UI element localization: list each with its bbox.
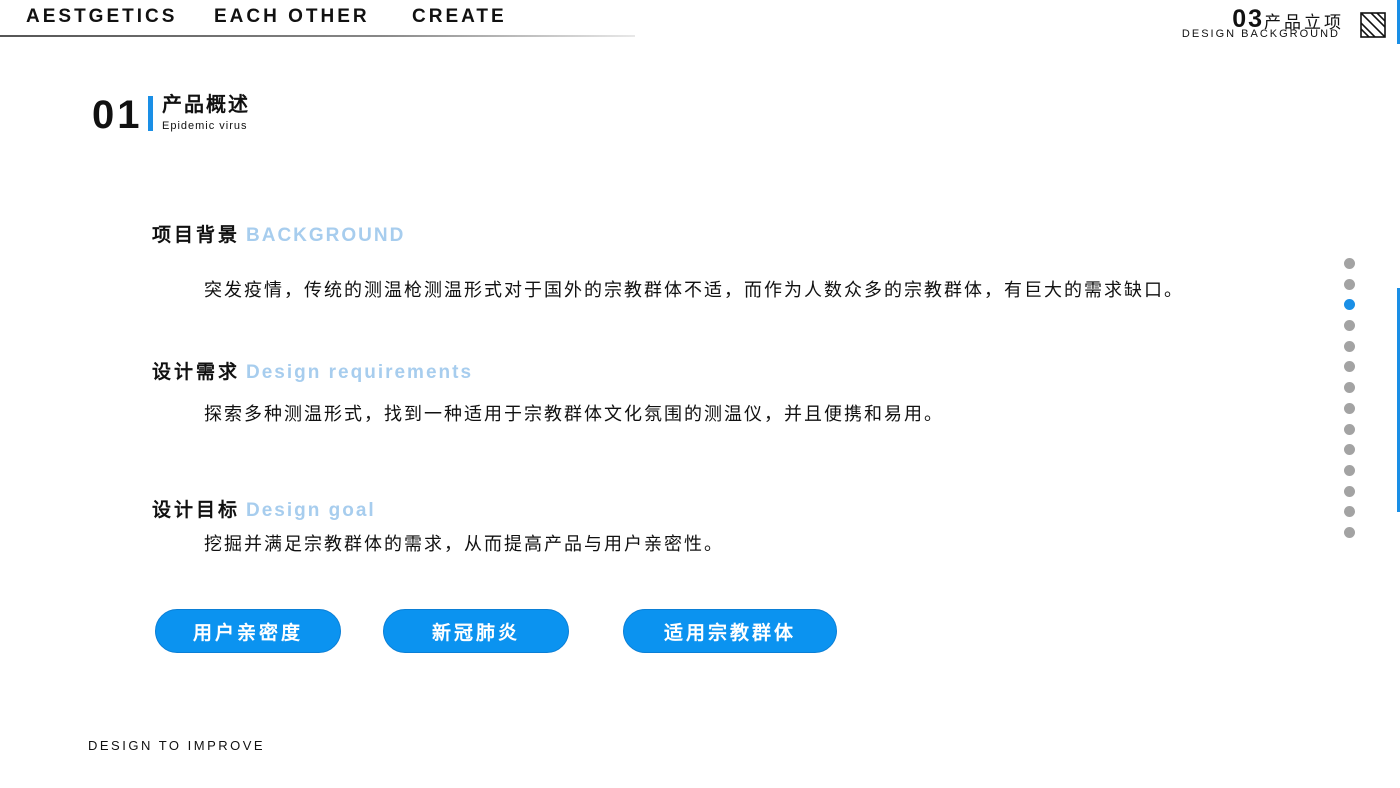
pagination-dots xyxy=(1344,258,1356,548)
pagination-dot[interactable] xyxy=(1344,485,1355,497)
tag-user-intimacy[interactable]: 用户亲密度 xyxy=(155,609,341,653)
block-title-cn: 项目背景 xyxy=(152,225,241,246)
block-title-en: Design requirements xyxy=(246,362,474,383)
section-badge: 03 产品立项 DESIGN BACKGROUND xyxy=(1170,0,1400,48)
tag-covid[interactable]: 新冠肺炎 xyxy=(383,609,569,653)
heading-number: 01 xyxy=(92,93,143,137)
pagination-dot[interactable] xyxy=(1344,402,1355,414)
footer-tagline: DESIGN TO IMPROVE xyxy=(88,738,266,753)
top-nav: AESTGETICS EACH OTHER CREATE xyxy=(0,0,640,40)
nav-item-aestgetics[interactable]: AESTGETICS xyxy=(26,6,177,28)
block-title-background: 项目背景 BACKGROUND xyxy=(152,220,405,247)
block-text-background: 突发疫情，传统的测温枪测温形式对于国外的宗教群体不适，而作为人数众多的宗教群体，… xyxy=(204,280,1184,300)
pagination-dot[interactable] xyxy=(1344,444,1355,456)
pagination-dot[interactable] xyxy=(1344,258,1355,269)
pagination-dot[interactable] xyxy=(1344,423,1355,435)
block-title-en: Design goal xyxy=(246,500,376,521)
block-title-cn: 设计目标 xyxy=(152,500,241,521)
tag-religious-groups[interactable]: 适用宗教群体 xyxy=(623,609,837,653)
page-subtitle: Epidemic virus xyxy=(162,120,248,132)
pagination-dot[interactable] xyxy=(1344,506,1355,518)
pagination-dot[interactable] xyxy=(1344,361,1355,373)
block-title-requirements: 设计需求 Design requirements xyxy=(152,357,473,384)
pagination-dot[interactable] xyxy=(1344,464,1355,476)
diagonal-stripes-icon xyxy=(1360,12,1386,38)
pagination-dot[interactable] xyxy=(1344,340,1355,352)
block-title-goal: 设计目标 Design goal xyxy=(152,495,376,522)
nav-item-each-other[interactable]: EACH OTHER xyxy=(214,6,370,28)
block-title-en: BACKGROUND xyxy=(246,225,406,246)
pagination-dot[interactable] xyxy=(1344,299,1355,311)
pagination-dot[interactable] xyxy=(1344,320,1355,332)
nav-divider xyxy=(0,35,635,37)
block-text-requirements: 探索多种测温形式，找到一种适用于宗教群体文化氛围的测温仪，并且便携和易用。 xyxy=(204,404,944,424)
block-title-cn: 设计需求 xyxy=(152,362,241,383)
block-text-goal: 挖掘并满足宗教群体的需求，从而提高产品与用户亲密性。 xyxy=(204,534,724,554)
section-subtitle: DESIGN BACKGROUND xyxy=(1181,28,1340,40)
pagination-dot[interactable] xyxy=(1344,278,1355,290)
heading-accent-bar xyxy=(148,96,153,131)
pagination-dot[interactable] xyxy=(1344,382,1355,394)
page-heading: 01 产品概述 Epidemic virus xyxy=(92,92,312,142)
nav-item-create[interactable]: CREATE xyxy=(412,6,507,28)
page-title: 产品概述 xyxy=(162,94,250,116)
pagination-dot[interactable] xyxy=(1344,526,1355,538)
